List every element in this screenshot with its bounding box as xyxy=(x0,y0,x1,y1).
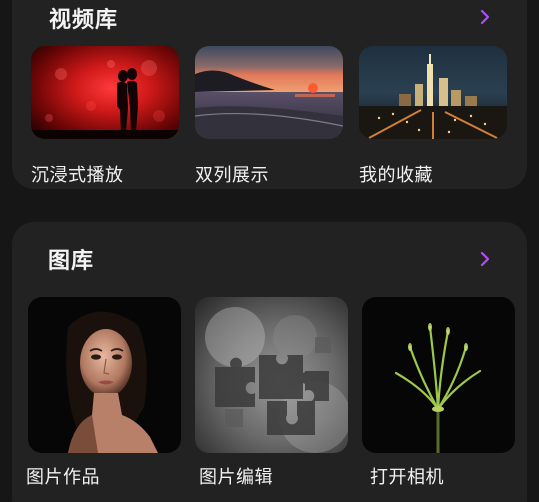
chevron-right-icon xyxy=(480,9,490,25)
gallery-more-button[interactable] xyxy=(473,247,497,271)
video-library-title: 视频库 xyxy=(49,8,119,33)
green-plant-thumbnail xyxy=(362,297,515,453)
video-library-card: 视频库 沉浸式播放 双列展示 我的收藏 xyxy=(12,0,527,189)
city-night-thumbnail xyxy=(359,46,507,139)
gray-smoke-thumbnail xyxy=(195,297,348,453)
video-item-label: 沉浸式播放 xyxy=(31,165,124,186)
video-library-more-button[interactable] xyxy=(473,5,497,29)
gallery-item-label: 图片作品 xyxy=(26,467,100,488)
gallery-item-label: 打开相机 xyxy=(370,467,444,488)
gallery-title: 图库 xyxy=(48,249,95,274)
video-item-label: 我的收藏 xyxy=(359,165,433,186)
chevron-right-icon xyxy=(480,251,490,267)
home-page: 视频库 沉浸式播放 双列展示 我的收藏 图库 图片作品 图片编辑 打开相机 xyxy=(0,0,539,502)
couple-silhouette-thumbnail xyxy=(31,46,179,139)
gallery-item-label: 图片编辑 xyxy=(199,467,273,488)
video-item-label: 双列展示 xyxy=(195,165,269,186)
woman-portrait-thumbnail xyxy=(28,297,181,453)
gallery-card: 图库 图片作品 图片编辑 打开相机 xyxy=(12,222,527,502)
beach-sunset-thumbnail xyxy=(195,46,343,139)
